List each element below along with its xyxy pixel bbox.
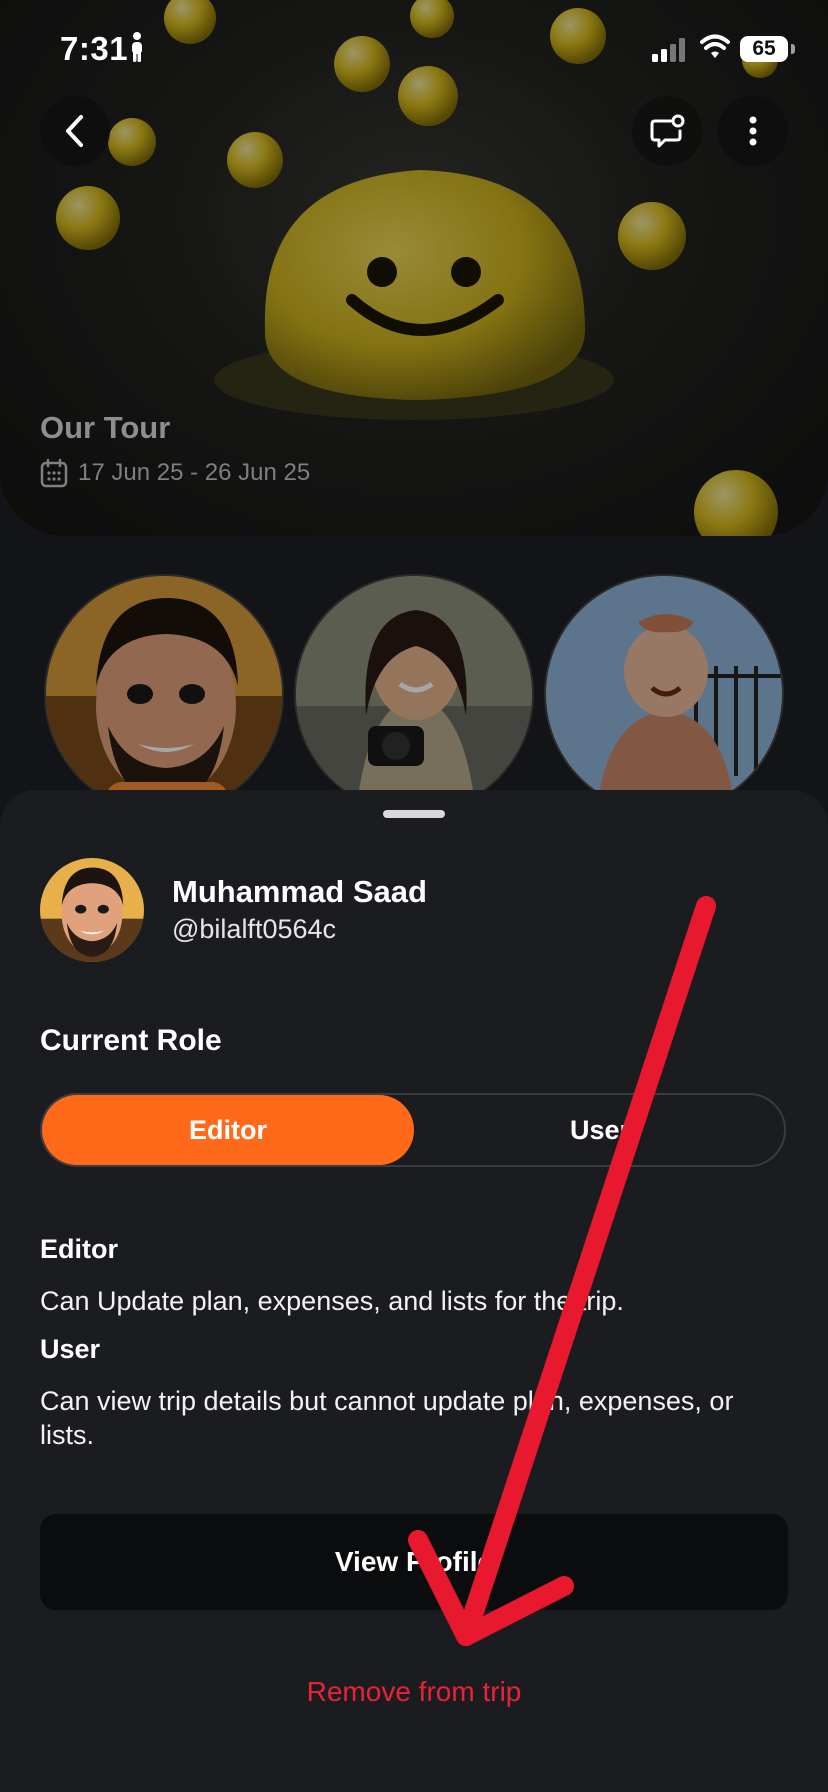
role-segmented-control: Editor User xyxy=(40,1093,786,1167)
role-option-user[interactable]: User xyxy=(414,1095,786,1165)
chat-icon xyxy=(650,114,685,148)
back-icon xyxy=(66,115,83,147)
member-avatar[interactable] xyxy=(44,574,284,814)
signal-icon xyxy=(652,38,685,62)
trip-dates: 17 Jun 25 - 26 Jun 25 xyxy=(40,458,310,488)
avatar-dim xyxy=(546,576,782,812)
avatar-dim xyxy=(296,576,532,812)
sheet-grabber[interactable] xyxy=(383,810,445,818)
avatar-dim xyxy=(46,576,282,812)
calendar-icon xyxy=(40,458,68,488)
role-description-title: User xyxy=(40,1334,101,1364)
current-role-heading: Current Role xyxy=(40,1024,222,1057)
role-description-title: Editor xyxy=(40,1234,118,1264)
wifi-icon xyxy=(700,34,730,58)
role-description-body: Can Update plan, expenses, and lists for… xyxy=(40,1286,624,1316)
remove-from-trip-button[interactable]: Remove from trip xyxy=(0,1676,828,1708)
trip-members xyxy=(0,574,828,814)
chat-button[interactable] xyxy=(632,96,702,166)
status-time: 7:31 xyxy=(60,30,129,67)
more-options-button[interactable] xyxy=(718,96,788,166)
status-bar: 7:31 65 xyxy=(0,0,828,100)
role-description-body: Can view trip details but cannot update … xyxy=(40,1386,734,1450)
battery-indicator: 65 xyxy=(740,36,788,62)
trip-dates-text: 17 Jun 25 - 26 Jun 25 xyxy=(78,459,311,486)
person-icon xyxy=(132,32,142,62)
member-avatar[interactable] xyxy=(294,574,534,814)
member-handle: @bilalft0564c xyxy=(172,914,337,944)
trip-title: Our Tour xyxy=(40,410,171,445)
view-profile-button[interactable]: View Profile xyxy=(40,1514,788,1610)
battery-tip xyxy=(791,44,795,54)
avatar-image xyxy=(40,858,144,962)
member-avatar[interactable] xyxy=(544,574,784,814)
member-bottom-sheet: Muhammad Saad @bilalft0564c Current Role… xyxy=(0,790,828,1792)
role-option-editor[interactable]: Editor xyxy=(42,1095,414,1165)
profile-avatar xyxy=(40,858,144,962)
trip-hero: 7:31 65 Our Tour 17 Jun 25 - 26 Jun 25 xyxy=(0,0,828,536)
back-button[interactable] xyxy=(40,96,110,166)
member-name: Muhammad Saad xyxy=(172,874,427,909)
more-icon xyxy=(749,116,757,146)
